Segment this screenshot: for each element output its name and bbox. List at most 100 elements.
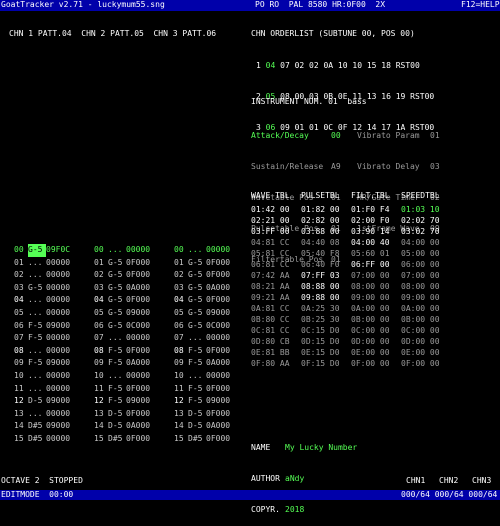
command-cell[interactable]: 00000 bbox=[46, 269, 94, 282]
note-cell[interactable]: D-5 bbox=[108, 420, 126, 433]
pattern-row[interactable]: 09 F-5 09000 09 F-5 0A000 09 F-5 0A000 bbox=[14, 357, 236, 370]
note-cell[interactable]: D#5 bbox=[28, 433, 46, 446]
note-cell[interactable]: F-5 bbox=[28, 332, 46, 345]
command-cell[interactable]: 0F000 bbox=[126, 433, 174, 446]
note-cell[interactable]: D-5 bbox=[28, 395, 46, 408]
note-cell[interactable]: G-5 bbox=[188, 307, 206, 320]
note-cell[interactable]: ... bbox=[188, 244, 206, 257]
table-row[interactable]: 0C:81 CC 0C:15 D0 0C:00 00 0C:00 00 bbox=[251, 326, 440, 337]
table-row[interactable]: 06:81 CC 06:40 F0 06:FF 00 06:00 00 bbox=[251, 260, 440, 271]
pattern-row[interactable]: 12 D-5 09000 12 F-5 09000 12 F-5 09000 bbox=[14, 395, 236, 408]
note-cell[interactable]: ... bbox=[188, 332, 206, 345]
table-row[interactable]: 0F:80 AA 0F:15 D0 0F:00 00 0F:00 00 bbox=[251, 359, 440, 370]
command-cell[interactable]: 0F000 bbox=[206, 294, 236, 307]
command-cell[interactable]: 0A000 bbox=[206, 420, 236, 433]
note-cell[interactable]: D-5 bbox=[108, 408, 126, 421]
command-cell[interactable]: 0C000 bbox=[206, 320, 236, 333]
table-row[interactable]: 05:81 CC 05:40 F8 05:60 01 05:00 00 bbox=[251, 249, 440, 260]
command-cell[interactable]: 0A000 bbox=[126, 420, 174, 433]
table-row[interactable]: 01:42 00 01:82 00 01:F0 F4 01:03 10 bbox=[251, 205, 440, 216]
command-cell[interactable]: 00000 bbox=[46, 282, 94, 295]
pattern-row[interactable]: 14 D#5 09000 14 D-5 0A000 14 D-5 0A000 bbox=[14, 420, 236, 433]
command-cell[interactable]: 0F000 bbox=[206, 345, 236, 358]
note-cell[interactable]: D#5 bbox=[108, 433, 126, 446]
command-cell[interactable]: 0A000 bbox=[206, 357, 236, 370]
command-cell[interactable]: 09000 bbox=[46, 395, 94, 408]
command-cell[interactable]: 0F000 bbox=[206, 269, 236, 282]
command-cell[interactable]: 00000 bbox=[46, 370, 94, 383]
command-cell[interactable]: 00000 bbox=[206, 370, 236, 383]
pattern-row[interactable]: 15 D#5 00000 15 D#5 0F000 15 D#5 0F000 bbox=[14, 433, 236, 446]
command-cell[interactable]: 0F000 bbox=[126, 294, 174, 307]
note-cell[interactable]: G-5 bbox=[188, 294, 206, 307]
note-cell[interactable]: F-5 bbox=[108, 383, 126, 396]
command-cell[interactable]: 0F000 bbox=[206, 433, 236, 446]
table-row[interactable]: 0D:80 CB 0D:15 D0 0D:00 00 0D:00 00 bbox=[251, 337, 440, 348]
command-cell[interactable]: 0F000 bbox=[126, 383, 174, 396]
note-cell[interactable]: G-5 bbox=[108, 282, 126, 295]
pattern-row[interactable]: 08... 00000 08 F-5 0F000 08 F-5 0F000 bbox=[14, 345, 236, 358]
note-cell[interactable]: G-5 bbox=[188, 257, 206, 270]
song-copyright[interactable]: 2018 bbox=[285, 505, 304, 514]
command-cell[interactable]: 0C000 bbox=[126, 320, 174, 333]
table-row[interactable]: 0B:80 CC 0B:25 30 0B:00 00 0B:00 00 bbox=[251, 315, 440, 326]
note-cell[interactable]: G-5 bbox=[108, 320, 126, 333]
table-row[interactable]: 08:21 AA 08:88 00 08:00 00 08:00 00 bbox=[251, 282, 440, 293]
note-cell[interactable]: F-5 bbox=[108, 345, 126, 358]
table-row[interactable]: 0A:81 CC 0A:25 30 0A:00 00 0A:00 00 bbox=[251, 304, 440, 315]
note-cell[interactable]: F-5 bbox=[188, 345, 206, 358]
command-cell[interactable]: 00000 bbox=[206, 332, 236, 345]
command-cell[interactable]: 0F000 bbox=[126, 345, 174, 358]
note-cell[interactable]: G-5 bbox=[108, 269, 126, 282]
note-cell[interactable]: F-5 bbox=[188, 395, 206, 408]
note-cell[interactable]: G-5 bbox=[108, 294, 126, 307]
note-cell[interactable]: ... bbox=[28, 383, 46, 396]
command-cell[interactable]: 00000 bbox=[206, 244, 236, 257]
note-cell[interactable]: G-5 bbox=[188, 282, 206, 295]
note-cell[interactable]: ... bbox=[28, 269, 46, 282]
command-cell[interactable]: 0F000 bbox=[126, 269, 174, 282]
pattern-row[interactable]: 06 F-5 09000 06 G-5 0C000 06 G-5 0C000 bbox=[14, 320, 236, 333]
command-cell[interactable]: 00000 bbox=[46, 433, 94, 446]
pattern-row[interactable]: 13... 00000 13 D-5 0F000 13 D-5 0F000 bbox=[14, 408, 236, 421]
command-cell[interactable]: 00000 bbox=[46, 345, 94, 358]
note-cell[interactable]: ... bbox=[108, 332, 126, 345]
note-cell[interactable]: ... bbox=[28, 294, 46, 307]
command-cell[interactable]: 09000 bbox=[46, 420, 94, 433]
help-hint[interactable]: F12=HELP bbox=[461, 0, 500, 10]
command-cell[interactable]: 09000 bbox=[206, 307, 236, 320]
command-cell[interactable]: 0F000 bbox=[126, 408, 174, 421]
table-row[interactable]: 07:42 AA 07:FF 03 07:00 00 07:00 00 bbox=[251, 271, 440, 282]
command-cell[interactable]: 00000 bbox=[126, 370, 174, 383]
orderlist-row[interactable]: 1 04 07 02 02 0A 10 10 15 18 RST00 bbox=[256, 61, 434, 72]
command-cell[interactable]: 0F000 bbox=[126, 257, 174, 270]
pattern-row[interactable]: 05... 00000 05 G-5 09000 05 G-5 09000 bbox=[14, 307, 236, 320]
note-cell[interactable]: ... bbox=[28, 257, 46, 270]
note-cell[interactable]: G-5 bbox=[188, 320, 206, 333]
command-cell[interactable]: 00000 bbox=[46, 257, 94, 270]
table-row[interactable]: 02:21 00 02:82 00 02:00 F0 02:02 70 bbox=[251, 216, 440, 227]
note-cell[interactable]: F-5 bbox=[108, 357, 126, 370]
note-cell[interactable]: ... bbox=[28, 345, 46, 358]
command-cell[interactable]: 00000 bbox=[46, 383, 94, 396]
pattern-row[interactable]: 11... 00000 11 F-5 0F000 11 F-5 0F000 bbox=[14, 383, 236, 396]
note-cell[interactable]: F-5 bbox=[108, 395, 126, 408]
song-author[interactable]: aNdy bbox=[285, 474, 304, 483]
command-cell[interactable]: 09000 bbox=[126, 307, 174, 320]
note-cell[interactable]: D#5 bbox=[188, 433, 206, 446]
note-cell[interactable]: D-5 bbox=[188, 420, 206, 433]
command-cell[interactable]: 0F000 bbox=[206, 257, 236, 270]
note-cell[interactable]: F-5 bbox=[188, 383, 206, 396]
command-cell[interactable]: 00000 bbox=[46, 294, 94, 307]
command-cell[interactable]: 09000 bbox=[46, 320, 94, 333]
command-cell[interactable]: 09000 bbox=[206, 395, 236, 408]
pattern-editor[interactable]: 00 G-5 09F0C 00... 00000 00... 00000 01... 00000… bbox=[14, 244, 236, 446]
note-cell[interactable]: G-5 bbox=[108, 307, 126, 320]
note-cell[interactable]: G-5 bbox=[28, 282, 46, 295]
command-cell[interactable]: 09000 bbox=[126, 395, 174, 408]
note-cell[interactable]: ... bbox=[188, 370, 206, 383]
pattern-row[interactable]: 10... 00000 10... 00000 10... 00000 bbox=[14, 370, 236, 383]
note-cell[interactable]: ... bbox=[28, 370, 46, 383]
instrument-param-row[interactable]: Sustain/Release A9 Vibrato Delay 03 bbox=[251, 162, 440, 173]
note-cell[interactable]: ... bbox=[28, 408, 46, 421]
